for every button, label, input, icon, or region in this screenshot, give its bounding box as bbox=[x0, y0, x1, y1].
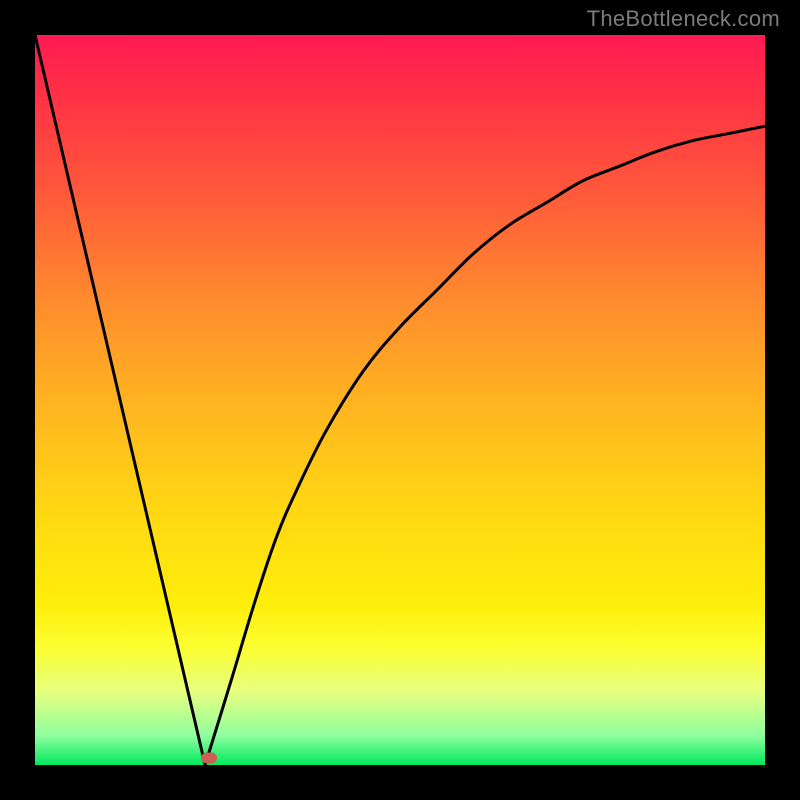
minimum-marker bbox=[201, 752, 217, 763]
outer-frame: TheBottleneck.com bbox=[0, 0, 800, 800]
watermark-text: TheBottleneck.com bbox=[587, 6, 780, 32]
right-curve-series bbox=[205, 126, 765, 765]
chart-svg bbox=[35, 35, 765, 765]
left-line-series bbox=[35, 35, 205, 765]
